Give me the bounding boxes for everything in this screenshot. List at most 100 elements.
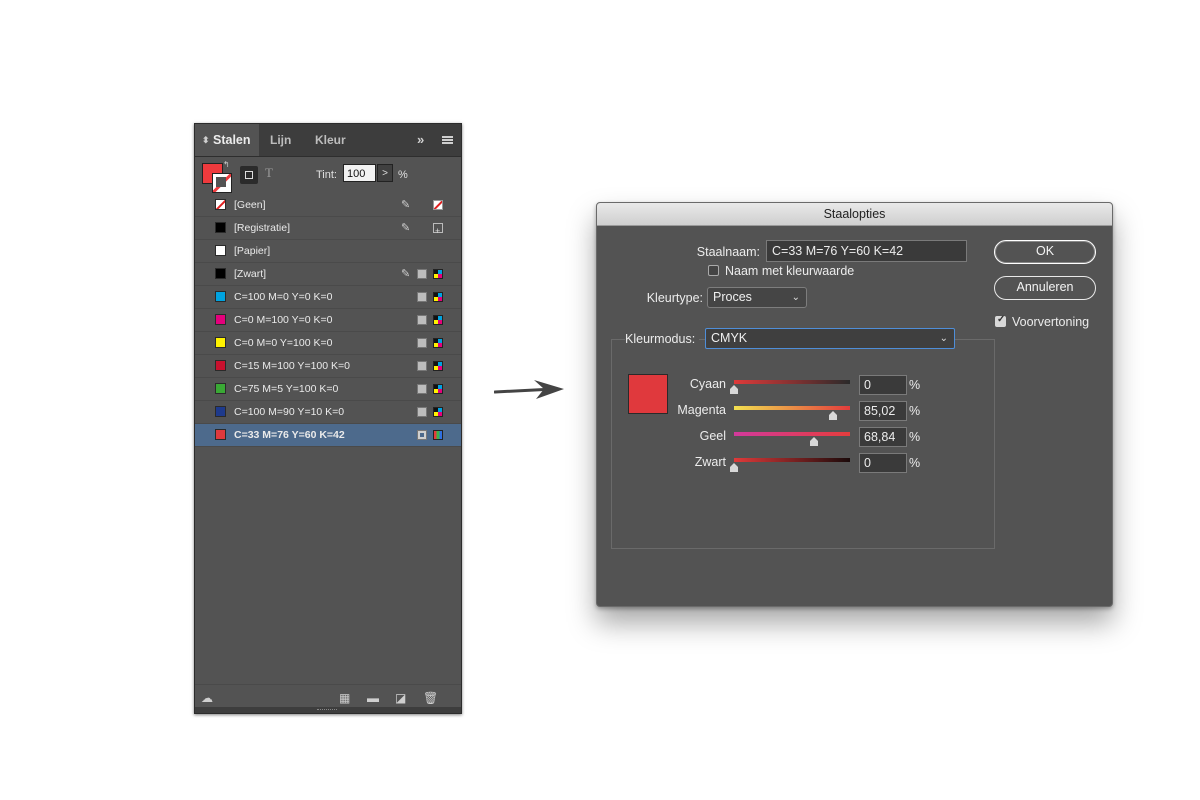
slider-track-cyaan[interactable] [734,380,850,384]
swatch-color-chip [215,268,226,279]
process-color-icon [417,407,427,417]
cc-libraries-icon[interactable]: ☁ [201,691,213,705]
ok-button[interactable]: OK [994,240,1096,264]
slider-track-magenta[interactable] [734,406,850,410]
new-color-group-icon[interactable]: ▬ [367,691,379,705]
slider-label-zwart: Zwart [694,455,726,469]
panel-resize-grip[interactable] [195,707,461,713]
color-type-value: Proces [713,290,752,304]
swatch-row[interactable]: C=0 M=0 Y=100 K=0 [195,332,461,355]
cmyk-mode-icon [433,361,443,371]
rgb-mode-icon [433,430,443,440]
value-input-zwart[interactable]: 0 [859,453,907,473]
swatch-row[interactable]: C=33 M=76 Y=60 K=42 [195,424,461,447]
show-swatch-kinds-icon[interactable]: ▦ [339,691,350,705]
new-swatch-icon[interactable]: ◪ [395,691,406,705]
process-color-icon [417,338,427,348]
color-mode-group [611,339,995,549]
color-mode-dropdown[interactable]: CMYK ⌄ [705,328,955,349]
swatch-row[interactable]: [Registratie] ✎ [195,217,461,242]
swatch-color-chip [215,291,226,302]
arrow-icon [494,380,564,399]
process-color-icon [417,384,427,394]
swatch-row[interactable]: C=100 M=0 Y=0 K=0 [195,286,461,309]
tab-stalen[interactable]: ⬍ Stalen [195,124,259,156]
name-with-value-checkbox[interactable] [708,265,719,276]
delete-swatch-icon[interactable]: 🗑 [423,691,438,705]
swatch-row[interactable]: C=75 M=5 Y=100 K=0 [195,378,461,401]
color-mode-label: Kleurmodus: [625,332,700,346]
swatch-name: C=75 M=5 Y=100 K=0 [234,383,339,395]
swatch-name: C=100 M=90 Y=10 K=0 [234,406,345,418]
swatch-color-chip [215,406,226,417]
swatch-row[interactable]: C=100 M=90 Y=10 K=0 [195,401,461,424]
swatch-row[interactable]: C=15 M=100 Y=100 K=0 [195,355,461,378]
swatch-name: C=0 M=0 Y=100 K=0 [234,337,333,349]
cmyk-mode-icon [433,407,443,417]
panel-menu-icon[interactable] [442,136,453,144]
chevron-down-icon: ⌄ [939,333,948,344]
pencil-icon: ✎ [401,222,411,234]
cmyk-mode-icon [433,338,443,348]
tab-label: Lijn [270,133,292,147]
cmyk-mode-icon [433,269,443,279]
pencil-icon: ✎ [401,199,411,211]
percent-unit: % [909,430,921,444]
swatch-row[interactable]: [Papier] [195,240,461,263]
panel-tab-bar: ⬍ Stalen Lijn Kleur » [195,124,461,157]
swatch-name: [Registratie] [234,222,291,234]
tint-slider-button[interactable]: > [377,164,393,182]
tab-label: Stalen [213,133,251,147]
swatch-name: [Zwart] [234,268,267,280]
preview-checkbox[interactable] [995,314,1006,327]
slider-label-geel: Geel [699,429,726,443]
swatch-list: [Geen] ✎ [Registratie] ✎ [Papier] [Zwart] ✎ C=1… [195,194,461,447]
tint-label: Tint: [316,169,337,181]
percent-unit: % [909,456,921,470]
process-color-icon [417,361,427,371]
swatch-options-dialog: Staalopties Staalnaam: C=33 M=76 Y=60 K=… [596,202,1113,607]
tab-lijn[interactable]: Lijn [270,124,291,156]
tint-unit: % [398,169,408,181]
stroke-color-box[interactable] [212,173,232,193]
formatting-container-icon[interactable] [240,166,258,184]
tab-kleur[interactable]: Kleur [315,124,346,156]
value-input-geel[interactable]: 68,84 [859,427,907,447]
swatch-color-chip [215,222,226,233]
color-type-dropdown[interactable]: Proces ⌄ [707,287,807,308]
swatch-color-chip [215,360,226,371]
preview-label: Voorvertoning [1012,315,1090,329]
none-color-icon [433,200,443,210]
swatch-color-chip [215,337,226,348]
swap-fill-stroke-icon[interactable]: ↰ [223,160,230,169]
cancel-button[interactable]: Annuleren [994,276,1096,300]
process-color-icon [417,430,427,440]
pencil-icon: ✎ [401,268,411,280]
color-mode-value: CMYK [711,331,748,345]
collapse-panel-icon[interactable]: » [417,124,424,156]
swatch-name-label: Staalnaam: [696,245,760,259]
slider-track-geel[interactable] [734,432,850,436]
swatch-name: C=100 M=0 Y=0 K=0 [234,291,333,303]
swatch-name: C=33 M=76 Y=60 K=42 [234,429,345,441]
percent-unit: % [909,378,921,392]
cmyk-mode-icon [433,292,443,302]
chevron-down-icon: ⌄ [791,292,800,303]
formatting-text-icon[interactable]: T [265,165,273,181]
swatch-color-chip [215,199,226,210]
value-input-magenta[interactable]: 85,02 [859,401,907,421]
swatch-name-input[interactable]: C=33 M=76 Y=60 K=42 [766,240,967,262]
swatch-row[interactable]: [Geen] ✎ [195,194,461,217]
swatch-row[interactable]: C=0 M=100 Y=0 K=0 [195,309,461,332]
tint-input[interactable]: 100 [343,164,376,182]
value-input-cyaan[interactable]: 0 [859,375,907,395]
swatch-row[interactable]: [Zwart] ✎ [195,263,461,286]
process-color-icon [417,269,427,279]
color-type-label: Kleurtype: [646,291,703,305]
slider-track-zwart[interactable] [734,458,850,462]
swatch-name: C=0 M=100 Y=0 K=0 [234,314,333,326]
name-with-value-label: Naam met kleurwaarde [725,264,855,278]
dialog-title: Staalopties [597,203,1112,226]
tab-label: Kleur [315,133,346,147]
cmyk-mode-icon [433,315,443,325]
